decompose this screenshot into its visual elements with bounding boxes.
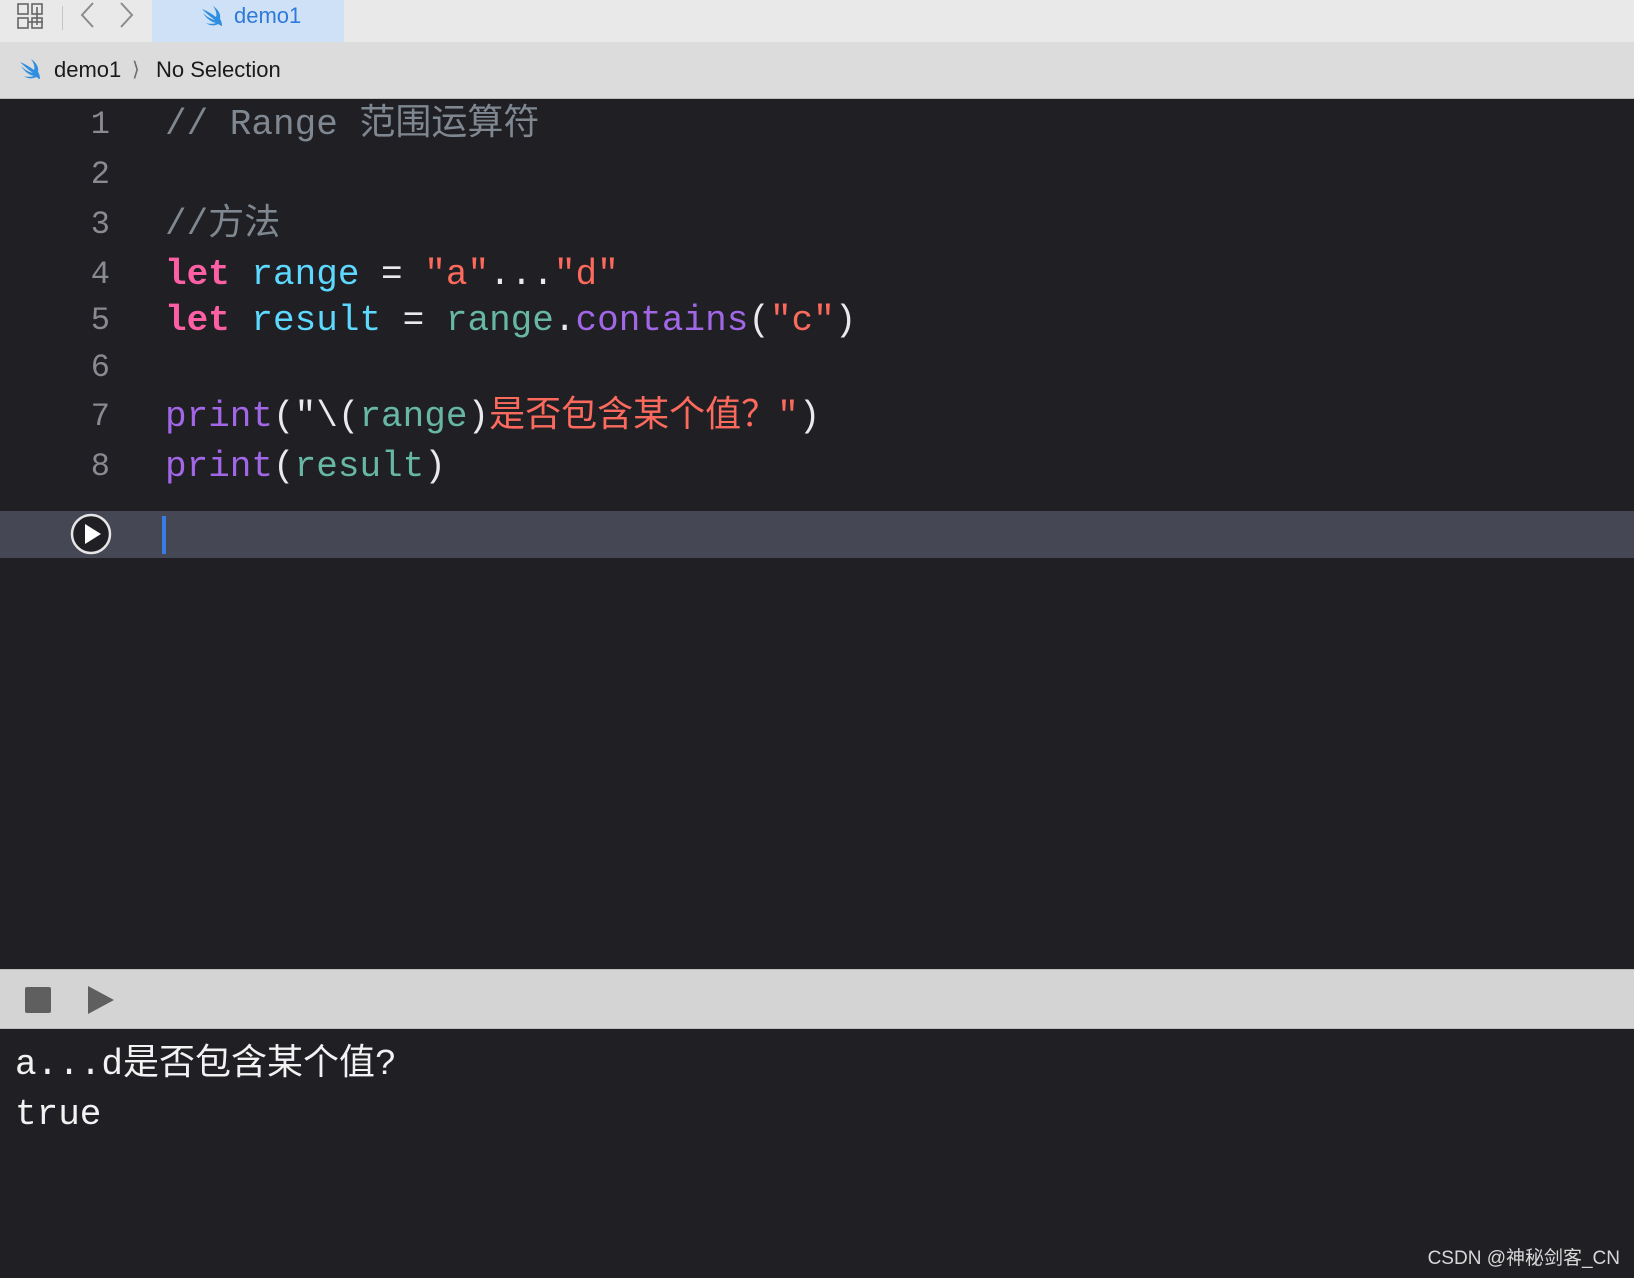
code-text: let range = "a"..."d" [165, 252, 619, 298]
code-text: print(result) [165, 444, 446, 490]
run-circle-icon[interactable] [70, 513, 112, 555]
code-token: ) [467, 396, 490, 437]
code-token: range [445, 300, 554, 341]
code-token: "d" [553, 254, 619, 295]
console-line-2: true [15, 1094, 102, 1135]
tab-demo1[interactable]: demo1 [152, 0, 344, 42]
code-token: contains [575, 300, 749, 341]
code-text: print("\(range)是否包含某个值？") [165, 394, 820, 440]
line-number: 7 [90, 398, 110, 435]
code-editor[interactable]: 1 // Range 范围运算符 2 3 //方法 4 let range = "a"...… [0, 99, 1634, 969]
line-number: 1 [90, 106, 110, 143]
chevron-left-icon[interactable] [76, 0, 100, 32]
line-number: 8 [90, 448, 110, 485]
watermark: CSDN @神秘剑客_CN [1427, 1248, 1620, 1269]
toolbar-divider [62, 6, 63, 30]
code-line[interactable]: 8 print(result) [0, 444, 1634, 490]
stop-icon[interactable] [25, 987, 51, 1013]
code-text: // Range 范围运算符 [165, 102, 539, 148]
code-token: ) [424, 446, 446, 487]
breadcrumb-selection[interactable]: No Selection [156, 56, 281, 84]
line-number: 4 [90, 256, 110, 293]
play-icon[interactable] [86, 984, 116, 1016]
code-line[interactable]: 1 // Range 范围运算符 [0, 102, 1634, 148]
breadcrumb-chevron: ⟩ [132, 59, 140, 81]
code-token: let [165, 254, 230, 295]
code-token: range [359, 396, 468, 437]
tab-label: demo1 [234, 3, 302, 28]
jump-bar: demo1 ⟩ No Selection [0, 42, 1634, 99]
code-token: result [251, 300, 382, 341]
line-number: 5 [90, 302, 110, 339]
line-number: 6 [90, 349, 110, 386]
text-caret [162, 516, 166, 554]
code-token: ( [273, 396, 295, 437]
code-token: ( [748, 300, 770, 341]
code-token: // Range 范围运算符 [165, 104, 540, 145]
code-token: //方法 [165, 204, 281, 245]
code-token: ) [798, 396, 821, 437]
code-text: let result = range.contains("c") [165, 298, 856, 344]
code-token: print [165, 446, 274, 487]
current-line-highlight [0, 511, 1634, 558]
code-token: range [251, 254, 360, 295]
code-text: //方法 [165, 202, 280, 248]
chevron-right-icon[interactable] [114, 0, 138, 32]
swift-icon [202, 6, 222, 26]
code-token: let [165, 300, 230, 341]
breadcrumb-project[interactable]: demo1 [54, 56, 121, 84]
code-line[interactable]: 2 [0, 152, 1634, 198]
code-line[interactable]: 4 let range = "a"..."d" [0, 252, 1634, 298]
code-token: . [553, 300, 576, 341]
code-line[interactable]: 3 //方法 [0, 202, 1634, 248]
code-token: = [359, 254, 425, 295]
code-token: ... [489, 254, 554, 295]
code-token: "a" [424, 254, 490, 295]
line-number: 2 [90, 156, 110, 193]
console-output: a...d是否包含某个值? true [0, 1029, 1634, 1278]
code-token: = [381, 300, 446, 341]
code-token: ) [834, 300, 857, 341]
code-line[interactable]: 7 print("\(range)是否包含某个值？") [0, 394, 1634, 440]
tab-bar: demo1 [0, 0, 1634, 43]
code-line[interactable]: 5 let result = range.contains("c") [0, 298, 1634, 344]
line-number: 3 [90, 206, 110, 243]
swift-icon [20, 59, 40, 79]
code-token: 是否包含某个值？" [489, 396, 799, 437]
code-token: print [165, 396, 274, 437]
code-token: "c" [769, 300, 835, 341]
grid-icon[interactable] [16, 1, 46, 31]
code-token: "\( [294, 396, 360, 437]
code-token: ( [273, 446, 295, 487]
console-line-1: a...d是否包含某个值? [15, 1044, 397, 1085]
debug-bar [0, 969, 1634, 1029]
code-token: result [294, 446, 425, 487]
code-line[interactable]: 6 [0, 345, 1634, 391]
